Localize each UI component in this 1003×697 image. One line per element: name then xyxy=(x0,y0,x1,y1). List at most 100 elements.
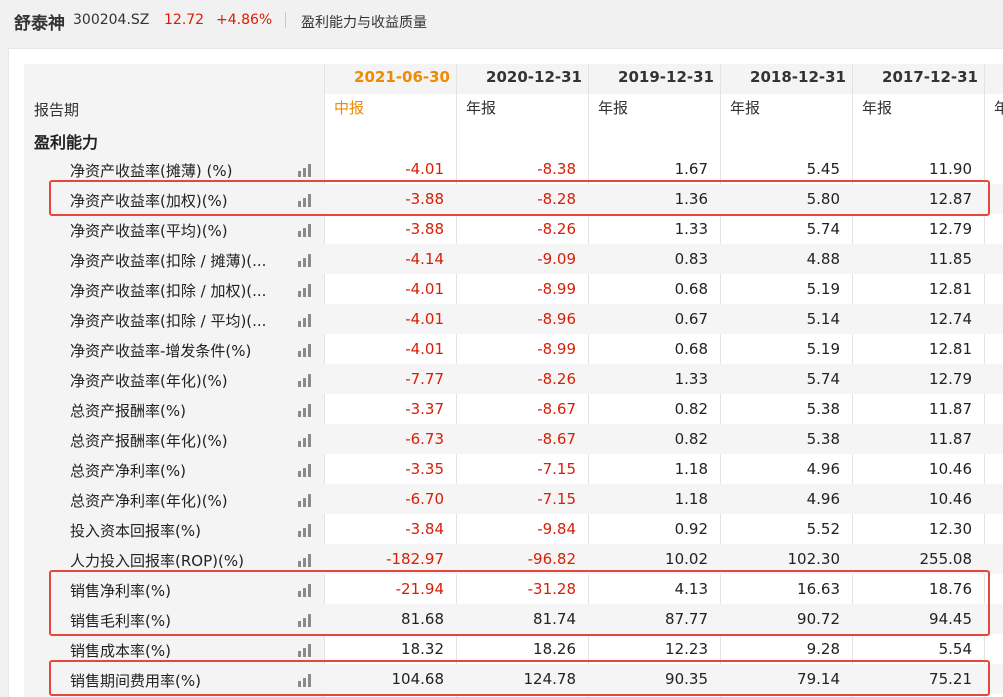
table-row: 净资产收益率-增发条件(%) -4.01 -8.99 0.68 5.19 12.81 xyxy=(24,334,1003,364)
table-row: 总资产报酬率(年化)(%) -6.73 -8.67 0.82 5.38 11.87 xyxy=(24,424,1003,454)
table-cell: -8.96 xyxy=(537,310,576,328)
table-cell: -9.84 xyxy=(537,520,576,538)
table-cell: -4.01 xyxy=(405,340,444,358)
table-row: 净资产收益率(年化)(%) -7.77 -8.26 1.33 5.74 12.79 xyxy=(24,364,1003,394)
column-report-type: 年报 xyxy=(466,99,497,117)
bar-chart-icon[interactable] xyxy=(298,493,314,507)
table-cell: 1.18 xyxy=(674,490,708,508)
table-cell: -182.97 xyxy=(386,550,444,568)
table-cell: -7.15 xyxy=(537,490,576,508)
table-cell: 12.79 xyxy=(929,220,972,238)
row-label: 净资产收益率(摊薄) (%) xyxy=(70,162,233,180)
table-cell: 12.81 xyxy=(929,280,972,298)
table-cell: -7.15 xyxy=(537,460,576,478)
table-row: 总资产报酬率(%) -3.37 -8.67 0.82 5.38 11.87 xyxy=(24,394,1003,424)
column-date[interactable]: 2020-12-31 xyxy=(456,68,582,86)
highlight-box xyxy=(49,660,990,696)
column-report-type: 年 xyxy=(994,99,1003,117)
bar-chart-icon-bar xyxy=(298,501,301,507)
bar-chart-icon[interactable] xyxy=(298,223,314,237)
bar-chart-icon-bar xyxy=(303,468,306,477)
bar-chart-icon-bar xyxy=(303,408,306,417)
bar-chart-icon[interactable] xyxy=(298,283,314,297)
stock-change: +4.86% xyxy=(216,12,273,28)
bar-chart-icon-bar xyxy=(308,554,311,567)
bar-chart-icon-bar xyxy=(298,561,301,567)
bar-chart-icon-bar xyxy=(308,524,311,537)
table-cell: 0.68 xyxy=(674,340,708,358)
bar-chart-icon-bar xyxy=(303,258,306,267)
bar-chart-icon-bar xyxy=(303,528,306,537)
table-cell: -7.77 xyxy=(405,370,444,388)
stock-code: 300204.SZ xyxy=(73,12,150,28)
table-cell: 5.54 xyxy=(938,640,972,658)
row-label: 总资产净利率(年化)(%) xyxy=(70,492,228,510)
bar-chart-icon-bar xyxy=(308,434,311,447)
bar-chart-icon-bar xyxy=(308,224,311,237)
bar-chart-icon-bar xyxy=(308,344,311,357)
table-cell: -4.01 xyxy=(405,310,444,328)
table-row: 净资产收益率(扣除 / 摊薄)(... -4.14 -9.09 0.83 4.88 11.… xyxy=(24,244,1003,274)
bar-chart-icon[interactable] xyxy=(298,373,314,387)
table-cell: 5.52 xyxy=(806,520,840,538)
bar-chart-icon[interactable] xyxy=(298,553,314,567)
row-label: 净资产收益率(年化)(%) xyxy=(70,372,228,390)
table-cell: -6.73 xyxy=(405,430,444,448)
row-label: 净资产收益率(扣除 / 摊薄)(... xyxy=(70,252,267,270)
bar-chart-icon-bar xyxy=(298,351,301,357)
column-report-type: 年报 xyxy=(730,99,761,117)
table-cell: 5.74 xyxy=(806,220,840,238)
table-cell: -3.35 xyxy=(405,460,444,478)
table-cell: -8.67 xyxy=(537,400,576,418)
table-cell: 12.30 xyxy=(929,520,972,538)
bar-chart-icon[interactable] xyxy=(298,253,314,267)
highlight-box xyxy=(49,180,990,216)
column-date[interactable]: 2017-12-31 xyxy=(852,68,978,86)
row-label: 净资产收益率(扣除 / 平均)(... xyxy=(70,312,267,330)
bar-chart-icon[interactable] xyxy=(298,163,314,177)
row-label: 投入资本回报率(%) xyxy=(70,522,201,540)
table-cell: 10.46 xyxy=(929,490,972,508)
table-cell: 0.82 xyxy=(674,430,708,448)
bar-chart-icon[interactable] xyxy=(298,343,314,357)
table-cell: -3.88 xyxy=(405,220,444,238)
column-date[interactable]: 2021-06-30 xyxy=(324,68,450,86)
column-report-type: 年报 xyxy=(598,99,629,117)
row-label: 人力投入回报率(ROP)(%) xyxy=(70,552,244,570)
bar-chart-icon[interactable] xyxy=(298,403,314,417)
table-cell: 5.38 xyxy=(806,400,840,418)
header-divider xyxy=(285,12,286,28)
bar-chart-icon-bar xyxy=(308,404,311,417)
bar-chart-icon[interactable] xyxy=(298,433,314,447)
table-cell: -8.26 xyxy=(537,220,576,238)
table-cell: 1.67 xyxy=(674,160,708,178)
row-label: 净资产收益率-增发条件(%) xyxy=(70,342,252,360)
table-cell: -9.09 xyxy=(537,250,576,268)
table-cell: 5.14 xyxy=(806,310,840,328)
bar-chart-icon-bar xyxy=(298,171,301,177)
column-report-type: 年报 xyxy=(862,99,893,117)
group-label: 盈利能力 xyxy=(34,133,99,152)
column-date[interactable]: 2019-12-31 xyxy=(588,68,714,86)
bar-chart-icon-bar xyxy=(298,321,301,327)
bar-chart-icon[interactable] xyxy=(298,313,314,327)
bar-chart-icon-bar xyxy=(308,254,311,267)
table-cell: 1.33 xyxy=(674,370,708,388)
bar-chart-icon-bar xyxy=(303,498,306,507)
table-cell: 4.96 xyxy=(806,460,840,478)
table-cell: 5.19 xyxy=(806,280,840,298)
table-cell: -3.37 xyxy=(405,400,444,418)
bar-chart-icon-bar xyxy=(303,288,306,297)
bar-chart-icon-bar xyxy=(308,644,311,657)
bar-chart-icon-bar xyxy=(298,291,301,297)
table-cell: 0.82 xyxy=(674,400,708,418)
column-report-type: 中报 xyxy=(334,99,365,117)
bar-chart-icon[interactable] xyxy=(298,523,314,537)
bar-chart-icon[interactable] xyxy=(298,463,314,477)
bar-chart-icon-bar xyxy=(298,381,301,387)
table-cell: 5.19 xyxy=(806,340,840,358)
stock-name: 舒泰神 xyxy=(14,14,65,34)
bar-chart-icon[interactable] xyxy=(298,643,314,657)
column-date[interactable]: 2018-12-31 xyxy=(720,68,846,86)
table-cell: 0.67 xyxy=(674,310,708,328)
